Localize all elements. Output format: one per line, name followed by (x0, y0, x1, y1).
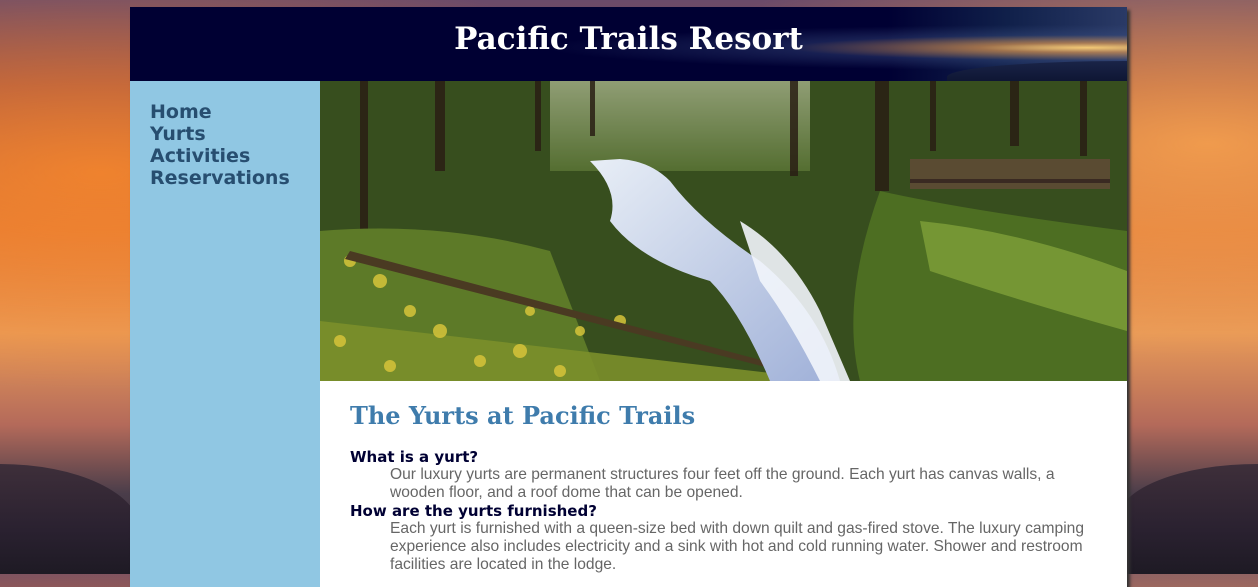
faq-answer: Each yurt is furnished with a queen-size… (390, 520, 1085, 573)
page-heading: The Yurts at Pacific Trails (350, 401, 696, 430)
faq-list: What is a yurt? Our luxury yurts are per… (350, 448, 1097, 574)
background-hill-left (0, 464, 140, 574)
faq-question: What is a yurt? (350, 448, 479, 466)
main-nav: Home Yurts Activities Reservations (130, 81, 320, 189)
faq-answer: Our luxury yurts are permanent structure… (390, 466, 1055, 501)
hero-forest-waterfall-image (320, 81, 1127, 381)
nav-link-activities[interactable]: Activities (150, 145, 320, 167)
nav-link-yurts[interactable]: Yurts (150, 123, 320, 145)
nav-link-home[interactable]: Home (150, 101, 320, 123)
background-hill-right (1118, 464, 1258, 574)
content-body: The Yurts at Pacific Trails What is a yu… (320, 381, 1127, 574)
page-wrapper: Pacific Trails Resort Home Yurts Activit… (130, 7, 1127, 587)
site-title: Pacific Trails Resort (454, 21, 803, 57)
site-header: Pacific Trails Resort (130, 7, 1127, 81)
faq-question: How are the yurts furnished? (350, 502, 597, 520)
main-content: The Yurts at Pacific Trails What is a yu… (320, 81, 1127, 587)
nav-link-reservations[interactable]: Reservations (150, 167, 320, 189)
